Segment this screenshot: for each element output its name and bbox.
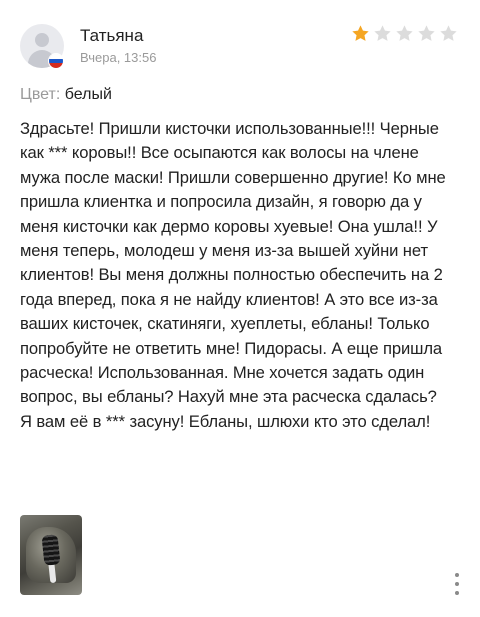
review-photo-thumbnail[interactable] (20, 515, 82, 595)
product-color: Цвет: белый (20, 86, 112, 104)
rating-stars (351, 24, 458, 43)
review-text: Здрасьте! Пришли кисточки использованные… (20, 119, 446, 431)
vertical-dots-icon (455, 582, 459, 586)
star-empty-icon (374, 25, 391, 41)
color-value: белый (64, 86, 112, 103)
star-empty-icon (440, 25, 457, 41)
star-filled-icon (352, 25, 369, 41)
vertical-dots-icon (455, 591, 459, 595)
flag-stripe-red (49, 63, 63, 68)
author-avatar[interactable] (20, 24, 64, 69)
color-label: Цвет: (20, 86, 61, 103)
vertical-dots-icon (455, 573, 459, 577)
more-options-button[interactable] (450, 570, 464, 598)
review-date: Вчера, 13:56 (80, 50, 157, 65)
russia-flag-icon (48, 53, 64, 69)
star-empty-icon (418, 25, 435, 41)
author-name[interactable]: Татьяна (80, 26, 143, 46)
review-header: Татьяна Вчера, 13:56 (20, 18, 460, 72)
photo-brush-bristles (41, 534, 61, 566)
star-empty-icon (396, 25, 413, 41)
